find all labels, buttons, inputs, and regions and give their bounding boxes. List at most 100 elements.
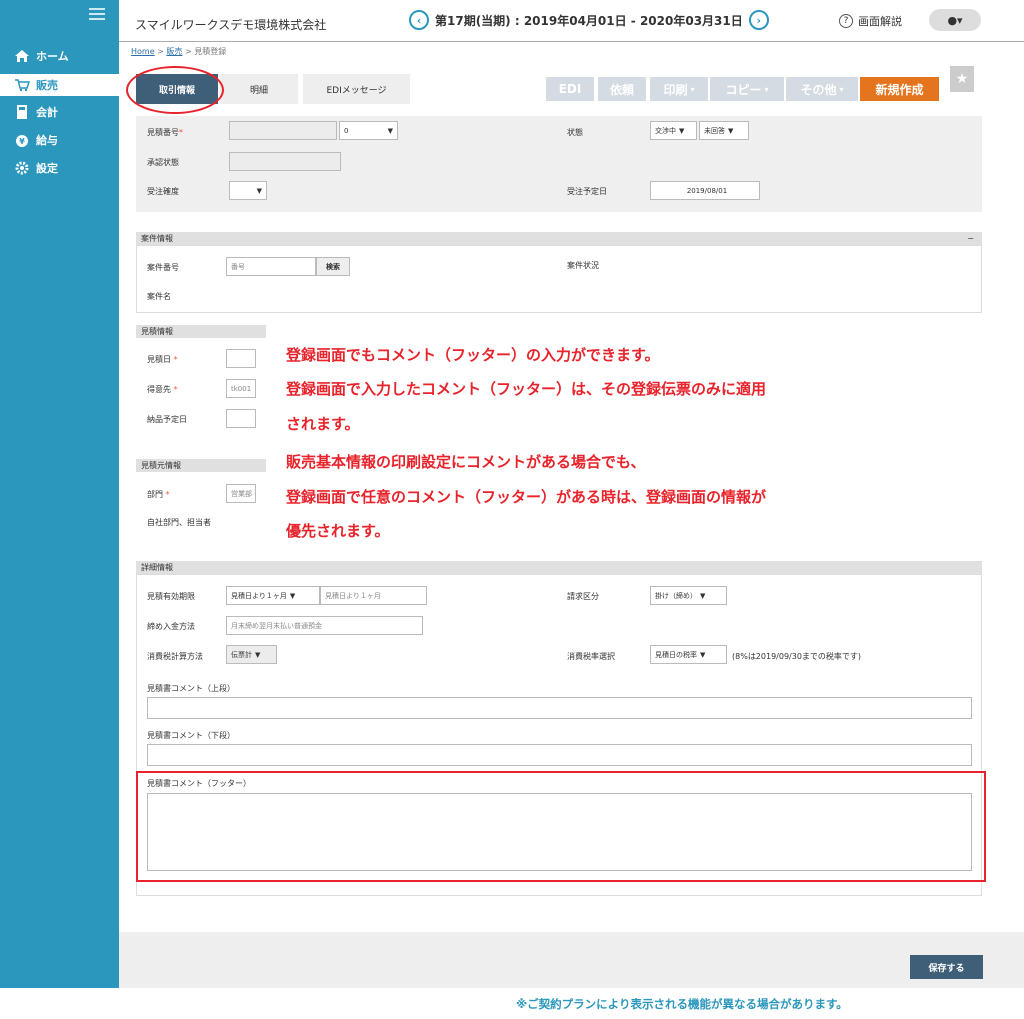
breadcrumb: Home > 販売 > 見積登録 xyxy=(131,47,227,56)
case-no-label: 案件番号 xyxy=(147,263,179,272)
status-value-2: 未回答 xyxy=(704,126,725,135)
svg-text:¥: ¥ xyxy=(19,137,25,146)
calculator-icon xyxy=(17,105,27,119)
gear-icon xyxy=(15,161,29,175)
own-dept-label: 自社部門、担当者 xyxy=(147,518,211,527)
menu-toggle-icon[interactable] xyxy=(89,8,105,20)
new-button[interactable]: 新規作成 xyxy=(860,77,939,101)
comment-bottom-input[interactable] xyxy=(147,744,972,766)
tax-rate-value: 見積日の税率 xyxy=(655,650,697,659)
prev-period-button[interactable]: ‹ xyxy=(409,10,429,30)
help-link[interactable]: ? 画面解説 xyxy=(839,13,902,29)
billing-select[interactable]: 掛け（締め） ▼ xyxy=(650,586,727,605)
payment-label: 締め入金方法 xyxy=(147,622,195,631)
sidebar-item-accounting[interactable]: 会計 xyxy=(0,101,119,123)
status-label: 状態 xyxy=(567,128,583,137)
validity-value: 見積日より１ヶ月 xyxy=(231,591,287,600)
tax-calc-label: 消費税計算方法 xyxy=(147,652,203,661)
department-label: 部門 * xyxy=(147,490,170,499)
other-label: その他 xyxy=(800,82,837,97)
order-date-field[interactable]: 2019/08/01 xyxy=(650,181,760,200)
case-status-label: 案件状況 xyxy=(567,261,599,270)
customer-label: 得意先 * xyxy=(147,385,178,394)
request-button[interactable]: 依頼 xyxy=(598,77,646,101)
callout-line-5: 登録画面で任意のコメント（フッター）がある時は、登録画面の情報が xyxy=(286,488,767,506)
highlight-oval xyxy=(126,66,224,114)
copy-button[interactable]: コピー ▾ xyxy=(710,77,784,101)
favorite-star-icon[interactable]: ★ xyxy=(950,66,974,92)
tax-rate-note: (8%は2019/09/30までの税率です) xyxy=(732,652,862,661)
order-prob-select[interactable]: ▼ xyxy=(229,181,267,200)
comment-top-input[interactable] xyxy=(147,697,972,719)
fiscal-period: ‹ 第17期(当期) : 2019年04月01日 - 2020年03月31日 › xyxy=(409,10,769,30)
billing-label: 請求区分 xyxy=(567,592,599,601)
tax-calc-value: 伝票計 xyxy=(231,650,252,659)
case-name-label: 案件名 xyxy=(147,292,171,301)
tax-rate-select[interactable]: 見積日の税率 ▼ xyxy=(650,645,727,664)
top-bar: スマイルワークスデモ環境株式会社 ‹ 第17期(当期) : 2019年04月01… xyxy=(119,0,1024,42)
billing-value: 掛け（締め） xyxy=(655,591,697,600)
cart-icon xyxy=(15,79,30,92)
sidebar-item-home[interactable]: ホーム xyxy=(0,45,119,67)
home-icon xyxy=(15,50,29,62)
department-field[interactable]: 営業部 xyxy=(226,484,256,503)
estimate-date-field[interactable] xyxy=(226,349,256,368)
sidebar-item-label: 設定 xyxy=(36,162,58,175)
estimate-no-select[interactable]: 0 ▼ xyxy=(339,121,398,140)
approval-field xyxy=(229,152,341,171)
print-label: 印刷 xyxy=(663,82,688,97)
help-icon: ? xyxy=(839,14,853,28)
validity-text-field[interactable]: 見積日より１ヶ月 xyxy=(320,586,427,605)
sidebar-item-label: 会計 xyxy=(36,106,58,119)
estimate-section-header: 見積情報 xyxy=(136,325,266,338)
company-name: スマイルワークスデモ環境株式会社 xyxy=(135,18,327,32)
sidebar-item-sales[interactable]: 販売 xyxy=(0,74,119,96)
case-no-input[interactable]: 番号 xyxy=(226,257,316,276)
callout-line-2: 登録画面で入力したコメント（フッター）は、その登録伝票のみに適用 xyxy=(286,380,767,398)
case-search-button[interactable]: 検索 xyxy=(316,257,350,276)
period-text: 第17期(当期) : 2019年04月01日 - 2020年03月31日 xyxy=(435,13,743,28)
sidebar-item-label: 販売 xyxy=(36,79,58,92)
collapse-button[interactable]: − xyxy=(967,232,974,245)
estimate-date-label: 見積日 * xyxy=(147,355,178,364)
breadcrumb-current: 見積登録 xyxy=(194,47,227,56)
order-prob-label: 受注確度 xyxy=(147,187,179,196)
case-section-body xyxy=(136,245,982,313)
status-select-2[interactable]: 未回答 ▼ xyxy=(699,121,749,140)
user-menu-button[interactable]: ●▾ xyxy=(929,9,981,31)
bottom-bar xyxy=(119,932,1024,988)
estimate-no-prefix-field[interactable] xyxy=(229,121,337,140)
delivery-date-field[interactable] xyxy=(226,409,256,428)
callout-line-4: 販売基本情報の印刷設定にコメントがある場合でも、 xyxy=(286,453,646,471)
help-label: 画面解説 xyxy=(858,15,902,28)
print-button[interactable]: 印刷 ▾ xyxy=(650,77,708,101)
case-section-header: 案件情報 − xyxy=(136,232,982,245)
tab-edi-message[interactable]: EDIメッセージ xyxy=(303,74,410,104)
sidebar: ホーム 販売 会計 ¥ 給与 設定 xyxy=(0,0,119,988)
customer-field[interactable]: tk001 xyxy=(226,379,256,398)
footnote: ※ご契約プランにより表示される機能が異なる場合があります。 xyxy=(516,997,848,1011)
sidebar-item-payroll[interactable]: ¥ 給与 xyxy=(0,129,119,151)
breadcrumb-sales[interactable]: 販売 xyxy=(166,47,182,56)
tab-details[interactable]: 明細 xyxy=(220,74,298,104)
copy-label: コピー xyxy=(725,82,762,97)
save-button[interactable]: 保存する xyxy=(910,955,983,979)
estimate-no-label: 見積番号* xyxy=(147,128,183,137)
next-period-button[interactable]: › xyxy=(748,10,769,30)
source-section-header: 見積元情報 xyxy=(136,459,266,472)
sidebar-item-settings[interactable]: 設定 xyxy=(0,157,119,179)
detail-section-header: 詳細情報 xyxy=(136,561,982,574)
breadcrumb-home[interactable]: Home xyxy=(131,47,155,56)
tax-calc-select[interactable]: 伝票計 ▼ xyxy=(226,645,277,664)
validity-select[interactable]: 見積日より１ヶ月 ▼ xyxy=(226,586,320,605)
edi-button[interactable]: EDI xyxy=(546,77,594,101)
payment-field[interactable]: 月末締め翌月末払い普通預金 xyxy=(226,616,423,635)
sidebar-item-label: 給与 xyxy=(36,134,58,147)
status-select-1[interactable]: 交渉中 ▼ xyxy=(650,121,697,140)
tax-rate-label: 消費税率選択 xyxy=(567,652,615,661)
other-button[interactable]: その他 ▾ xyxy=(786,77,858,101)
user-icon: ●▾ xyxy=(947,13,963,27)
estimate-no-value: 0 xyxy=(344,126,349,135)
approval-label: 承認状態 xyxy=(147,158,179,167)
delivery-date-label: 納品予定日 xyxy=(147,415,187,424)
